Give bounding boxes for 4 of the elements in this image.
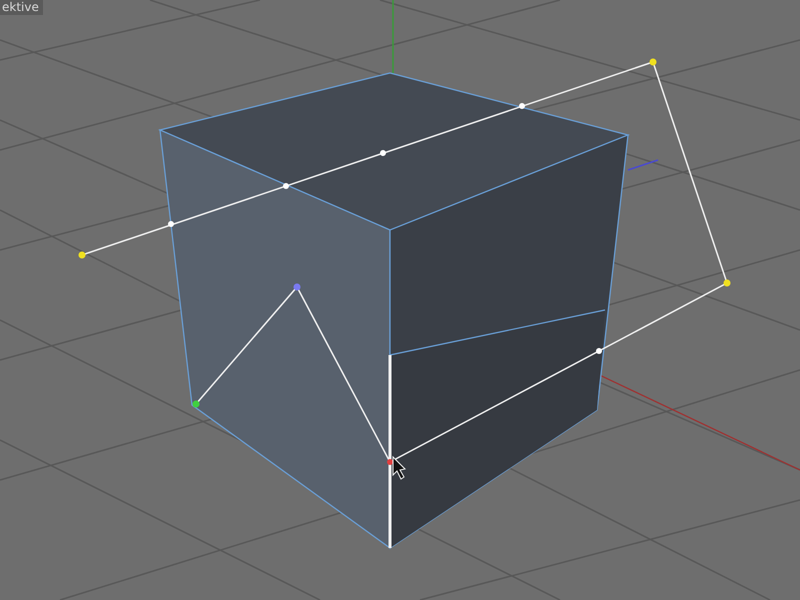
cursor-icon xyxy=(392,456,406,480)
z-axis-line xyxy=(628,159,658,171)
viewport-label: ektive xyxy=(0,0,43,15)
viewport[interactable]: ektive xyxy=(0,0,800,600)
